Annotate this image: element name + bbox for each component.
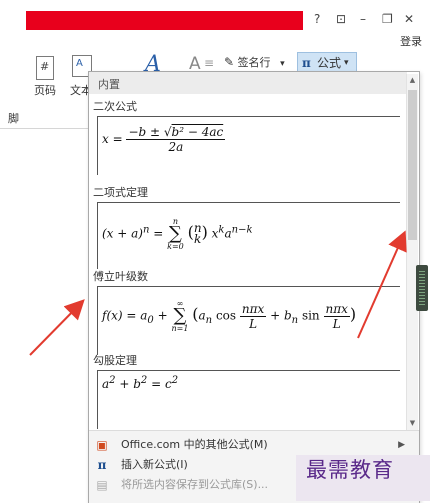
side-panel-handle[interactable]: [416, 265, 428, 311]
arrow-to-fourier: [29, 299, 85, 356]
watermark-text: 最需教育: [306, 458, 394, 482]
arrow-to-binomial: [357, 230, 407, 339]
annotation-arrows: [29, 230, 407, 356]
